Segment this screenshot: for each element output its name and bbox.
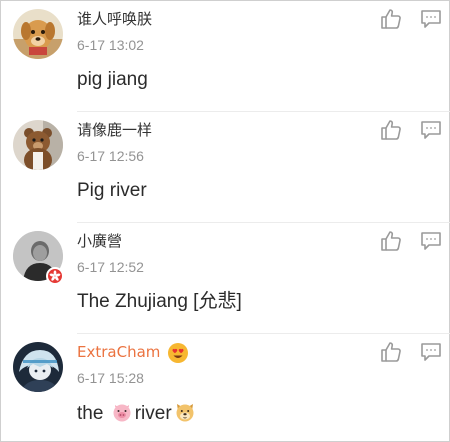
comment-timestamp: 6-17 12:52 (77, 259, 144, 275)
thumbs-up-icon[interactable] (379, 229, 403, 253)
anime-avatar-icon[interactable] (13, 342, 63, 392)
comment-bubble-icon[interactable] (420, 342, 442, 362)
comment-timestamp: 6-17 15:28 (77, 370, 144, 386)
comment-timestamp: 6-17 12:56 (77, 148, 144, 164)
heart-eyes-emoji-icon (167, 342, 189, 364)
comment-item: 请像鹿一样 6-17 12:56 Pig river (1, 112, 450, 223)
comment-username[interactable]: 请像鹿一样 (77, 120, 152, 140)
comment-text-part: river (134, 403, 172, 424)
thumbs-up-icon[interactable] (379, 7, 403, 31)
comment-item: 谁人呼唤朕 6-17 13:02 pig jiang (1, 1, 450, 112)
comment-item: 小廣營 6-17 12:52 The Zhujiang [允悲] (1, 223, 450, 334)
doge-emoji-icon (174, 401, 196, 423)
comment-item: ExtraCham 6-17 15:28 the river (1, 334, 450, 442)
hongkong-badge-icon (46, 267, 64, 285)
thumbs-up-icon[interactable] (379, 118, 403, 142)
comment-bubble-icon[interactable] (420, 231, 442, 251)
thumbs-up-icon[interactable] (379, 340, 403, 364)
comment-text: the river (77, 401, 198, 426)
comment-text: pig jiang (77, 69, 148, 90)
comment-list: 谁人呼唤朕 6-17 13:02 pig jiang 请像鹿一样 6-17 12… (0, 0, 450, 442)
comment-username[interactable]: ExtraCham (77, 342, 160, 362)
comment-username[interactable]: 小廣營 (77, 231, 122, 251)
bear-avatar-icon[interactable] (13, 120, 63, 170)
comment-username[interactable]: 谁人呼唤朕 (77, 9, 152, 29)
comment-text: Pig river (77, 180, 147, 201)
comment-bubble-icon[interactable] (420, 9, 442, 29)
pig-emoji-icon (111, 401, 133, 423)
comment-text-part: the (77, 403, 104, 424)
comment-timestamp: 6-17 13:02 (77, 37, 144, 53)
comment-text: The Zhujiang [允悲] (77, 291, 242, 312)
comment-bubble-icon[interactable] (420, 120, 442, 140)
dog-avatar-icon[interactable] (13, 9, 63, 59)
